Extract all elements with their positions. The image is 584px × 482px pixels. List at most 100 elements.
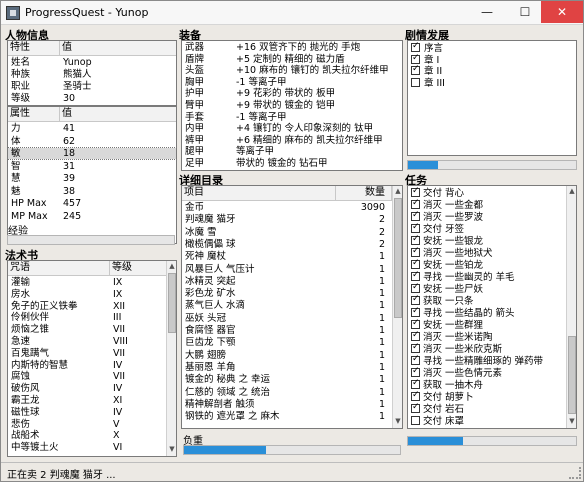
stats-col-stat[interactable]: 属性 bbox=[8, 107, 60, 121]
quest-row[interactable]: 消灭 一些米诺陶 bbox=[408, 330, 565, 343]
trait-row[interactable]: 等级 30 bbox=[8, 93, 176, 104]
quest-row[interactable]: 交付 背心 bbox=[408, 186, 565, 199]
quests-scrollbar[interactable]: ▲ ▼ bbox=[566, 186, 576, 428]
inventory-scrollbar[interactable]: ▲ ▼ bbox=[392, 186, 402, 428]
inventory-row[interactable]: 食腐怪 器官 1 bbox=[182, 325, 391, 336]
quest-row[interactable]: 获取 一只条 bbox=[408, 294, 565, 307]
scroll-up-icon[interactable]: ▲ bbox=[567, 186, 576, 197]
quest-checkbox[interactable] bbox=[411, 416, 420, 425]
quest-row[interactable]: 交付 岩石 bbox=[408, 402, 565, 415]
inventory-row[interactable]: 蒸气巨人 水滴 1 bbox=[182, 300, 391, 311]
equipment-row[interactable]: 腿甲 等离子甲 bbox=[182, 146, 402, 157]
quest-row[interactable]: 安抚 一些尸妖 bbox=[408, 282, 565, 295]
quest-checkbox[interactable] bbox=[411, 222, 420, 233]
quests-list[interactable]: 交付 背心消灭 一些金都消灭 一些罗波交付 牙签安抚 一些银龙消灭 一些地狱犬安… bbox=[407, 185, 577, 429]
spell-row[interactable]: 烦恼之锥 VII bbox=[8, 324, 165, 335]
equipment-row[interactable]: 臂甲 +9 带状的 镀金的 铠甲 bbox=[182, 100, 402, 111]
plot-checkbox[interactable] bbox=[411, 64, 420, 75]
quest-row[interactable]: 安抚 一些铂龙 bbox=[408, 258, 565, 271]
traits-col-value[interactable]: 值 bbox=[60, 41, 176, 55]
quest-row[interactable]: 消灭 一些罗波 bbox=[408, 210, 565, 223]
equipment-row[interactable]: 胸甲 -1 等离子甲 bbox=[182, 77, 402, 88]
inventory-row[interactable]: 仁慈的 领域 之 统治 1 bbox=[182, 387, 391, 398]
title-bar[interactable]: ProgressQuest - Yunop — ☐ ✕ bbox=[1, 1, 583, 25]
quest-checkbox[interactable] bbox=[411, 186, 420, 197]
quest-row[interactable]: 交付 牙签 bbox=[408, 222, 565, 235]
plot-row[interactable]: 章 II bbox=[408, 64, 576, 77]
quest-checkbox[interactable] bbox=[411, 210, 420, 221]
quest-checkbox[interactable] bbox=[411, 282, 420, 293]
plot-row[interactable]: 序言 bbox=[408, 41, 576, 54]
inventory-row[interactable]: 橄榄偶儡 球 2 bbox=[182, 239, 391, 250]
spell-row[interactable]: 百鬼蹒气 VII bbox=[8, 348, 165, 359]
traits-col-trait[interactable]: 特性 bbox=[8, 41, 60, 55]
spell-row[interactable]: 房水 IX bbox=[8, 289, 165, 300]
stat-row[interactable]: MP Max 245 bbox=[8, 211, 176, 222]
scroll-down-icon[interactable]: ▼ bbox=[393, 416, 402, 427]
quest-checkbox[interactable] bbox=[411, 234, 420, 245]
inventory-col-item[interactable]: 项目 bbox=[182, 186, 336, 200]
spell-row[interactable]: 伶俐伙伴 III bbox=[8, 312, 165, 323]
equipment-list[interactable]: 武器 +16 双管齐下的 抛光的 手炮 盾牌 +5 定制的 精细的 磁力盾 头盔 +10 … bbox=[181, 40, 403, 171]
spell-row[interactable]: 悲伤 V bbox=[8, 419, 165, 430]
quest-checkbox[interactable] bbox=[411, 390, 420, 401]
quest-row[interactable]: 获取 一抽木舟 bbox=[408, 378, 565, 391]
quest-row[interactable]: 交付 胡萝卜 bbox=[408, 390, 565, 403]
stat-row[interactable]: 体 62 bbox=[8, 136, 176, 147]
stats-list[interactable]: 属性 值 力 41 体 62 敏 18 智 31 慧 39 魅 38 HP Max 457 MP Max 24… bbox=[7, 106, 177, 244]
inventory-row[interactable]: 判魂魔 猫牙 2 bbox=[182, 214, 391, 225]
trait-row[interactable]: 职业 圣骑士 bbox=[8, 81, 176, 92]
quest-row[interactable]: 消灭 一些金都 bbox=[408, 198, 565, 211]
spell-row[interactable]: 战船术 X bbox=[8, 430, 165, 441]
quest-row[interactable]: 寻找 一些幽灵的 羊毛 bbox=[408, 270, 565, 283]
equipment-row[interactable]: 盾牌 +5 定制的 精细的 磁力盾 bbox=[182, 54, 402, 65]
quest-checkbox[interactable] bbox=[411, 270, 420, 281]
stat-row[interactable]: HP Max 457 bbox=[8, 198, 176, 209]
spell-row[interactable]: 腐蚀 VII bbox=[8, 371, 165, 382]
inventory-list[interactable]: 项目 数量 金币 3090 判魂魔 猫牙 2 冰魔 雪 2 橄榄偶儡 球 2 死神 魔杖 1 风暴巨… bbox=[181, 185, 403, 429]
stat-row[interactable]: 魅 38 bbox=[8, 186, 176, 197]
scroll-down-icon[interactable]: ▼ bbox=[167, 444, 176, 455]
quest-checkbox[interactable] bbox=[411, 366, 420, 377]
inventory-row[interactable]: 巫妖 头冠 1 bbox=[182, 313, 391, 324]
plot-list[interactable]: 序言章 I章 II章 III bbox=[407, 40, 577, 156]
inventory-row[interactable]: 死神 魔杖 1 bbox=[182, 251, 391, 262]
quest-row[interactable]: 交付 床罩 bbox=[408, 416, 565, 427]
spell-row[interactable]: 霸王龙 XI bbox=[8, 395, 165, 406]
plot-row[interactable]: 章 III bbox=[408, 77, 576, 89]
inventory-row[interactable]: 金币 3090 bbox=[182, 202, 391, 213]
inventory-row[interactable]: 彩色龙 矿水 1 bbox=[182, 288, 391, 299]
quest-checkbox[interactable] bbox=[411, 198, 420, 209]
quest-checkbox[interactable] bbox=[411, 354, 420, 365]
spell-row[interactable]: 免子的正义铁拳 XII bbox=[8, 301, 165, 312]
quest-row[interactable]: 寻找 一些结晶的 箭头 bbox=[408, 306, 565, 319]
inventory-scroll-thumb[interactable] bbox=[394, 198, 402, 318]
equipment-row[interactable]: 足甲 带状的 镀金的 钻石甲 bbox=[182, 158, 402, 169]
equipment-row[interactable]: 手套 -1 等离子甲 bbox=[182, 112, 402, 123]
stat-row[interactable]: 力 41 bbox=[8, 123, 176, 134]
stats-col-value[interactable]: 值 bbox=[60, 107, 176, 121]
quest-checkbox[interactable] bbox=[411, 258, 420, 269]
quests-scroll-thumb[interactable] bbox=[568, 336, 576, 414]
spells-col-level[interactable]: 等级 bbox=[110, 261, 167, 275]
quest-row[interactable]: 安抚 一些银龙 bbox=[408, 234, 565, 247]
quest-checkbox[interactable] bbox=[411, 378, 420, 389]
equipment-row[interactable]: 护甲 +9 花彩的 带状的 板甲 bbox=[182, 88, 402, 99]
plot-checkbox[interactable] bbox=[411, 77, 420, 87]
stat-row[interactable]: 智 31 bbox=[8, 161, 176, 172]
equipment-row[interactable]: 武器 +16 双管齐下的 抛光的 手炮 bbox=[182, 42, 402, 53]
quest-row[interactable]: 安抚 一些群狸 bbox=[408, 318, 565, 331]
maximize-button[interactable]: ☐ bbox=[505, 1, 545, 23]
trait-row[interactable]: 种族 熊猫人 bbox=[8, 69, 176, 80]
minimize-button[interactable]: — bbox=[467, 1, 507, 23]
quest-checkbox[interactable] bbox=[411, 342, 420, 353]
quest-checkbox[interactable] bbox=[411, 306, 420, 317]
quest-checkbox[interactable] bbox=[411, 330, 420, 341]
equipment-row[interactable]: 头盔 +10 麻布的 镶钉的 凯夫拉尔纤维甲 bbox=[182, 65, 402, 76]
inventory-row[interactable]: 巨齿龙 下颚 1 bbox=[182, 337, 391, 348]
spells-scrollbar[interactable]: ▲ ▼ bbox=[166, 261, 176, 456]
equipment-row[interactable]: 内甲 +4 镶钉的 令人印象深刻的 钛甲 bbox=[182, 123, 402, 134]
quest-row[interactable]: 消灭 一些色情元素 bbox=[408, 366, 565, 379]
inventory-row[interactable]: 冰精灵 突起 1 bbox=[182, 276, 391, 287]
spell-row[interactable]: 灌输 IX bbox=[8, 277, 165, 288]
